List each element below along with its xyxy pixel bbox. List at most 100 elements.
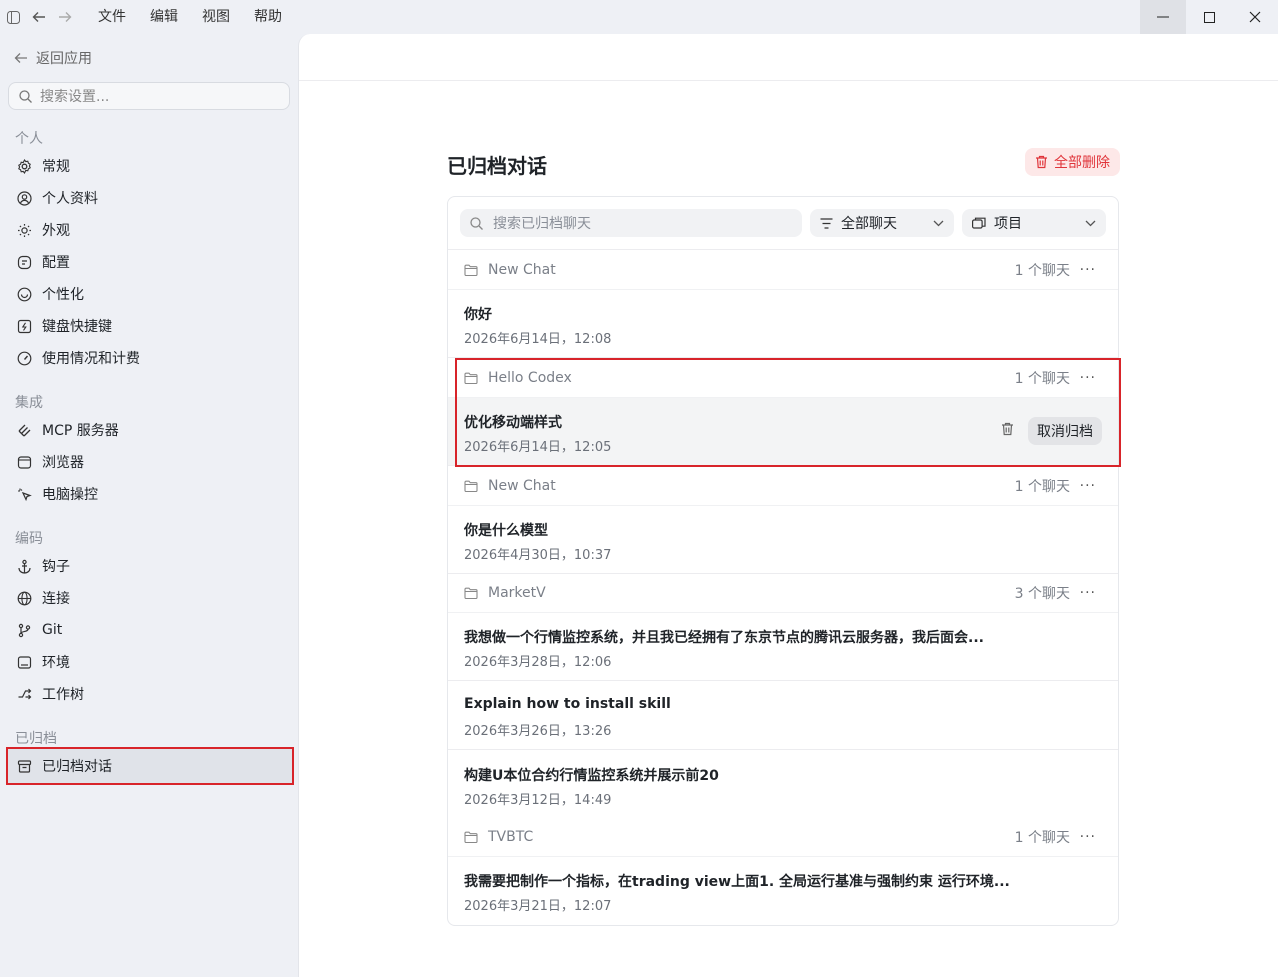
group-title-personal: 个人 bbox=[15, 131, 43, 147]
chat-date: 2026年3月12日，14:49 bbox=[464, 793, 612, 808]
group-title-coding: 编码 bbox=[15, 531, 43, 547]
chat-row[interactable]: 优化移动端样式 2026年6月14日，12:05 取消归档 bbox=[448, 398, 1118, 466]
sidebar-item-label: 钩子 bbox=[42, 559, 70, 575]
chat-row[interactable]: Explain how to install skill 2026年3月26日，… bbox=[448, 682, 1118, 750]
chat-filter-label: 全部聊天 bbox=[841, 216, 897, 232]
search-placeholder: 搜索设置... bbox=[40, 89, 110, 105]
menu-file[interactable]: 文件 bbox=[86, 0, 138, 34]
forward-arrow-icon[interactable] bbox=[52, 0, 78, 34]
folder-icon bbox=[464, 264, 478, 276]
project-filter-select[interactable]: 项目 bbox=[962, 209, 1106, 237]
sidebar-item-label: 常规 bbox=[42, 159, 70, 175]
chat-title: 我想做一个行情监控系统，并且我已经拥有了东京节点的腾讯云服务器，我后面会... bbox=[464, 630, 984, 646]
menu-edit[interactable]: 编辑 bbox=[138, 0, 190, 34]
more-options-icon[interactable]: ··· bbox=[1080, 585, 1096, 601]
sidebar-item-label: 已归档对话 bbox=[42, 759, 112, 775]
delete-chat-icon[interactable] bbox=[1001, 422, 1014, 440]
unarchive-button[interactable]: 取消归档 bbox=[1028, 417, 1102, 445]
search-icon bbox=[19, 89, 32, 103]
back-label: 返回应用 bbox=[36, 51, 92, 67]
sidebar-item-usage[interactable]: 使用情况和计费 bbox=[8, 343, 290, 373]
sidebar-item-appearance[interactable]: 外观 bbox=[8, 215, 290, 245]
settings-sidebar: 返回应用 搜索设置... 个人 常规 个人资料 外观 配置 个性化 键盘快捷键 … bbox=[0, 34, 298, 977]
chat-row[interactable]: 你是什么模型 2026年4月30日，10:37 bbox=[448, 506, 1118, 574]
minimize-button[interactable] bbox=[1140, 0, 1186, 34]
window-controls bbox=[1140, 0, 1278, 34]
folders-icon bbox=[972, 217, 986, 229]
config-icon bbox=[16, 254, 32, 270]
title-bar: 文件 编辑 视图 帮助 bbox=[0, 0, 1278, 34]
more-options-icon[interactable]: ··· bbox=[1080, 829, 1096, 845]
terminal-icon bbox=[16, 654, 32, 670]
chevron-down-icon bbox=[933, 220, 944, 226]
settings-search-input[interactable]: 搜索设置... bbox=[8, 82, 290, 110]
project-name: New Chat bbox=[488, 477, 556, 494]
worktree-icon bbox=[16, 686, 32, 702]
chat-date: 2026年3月26日，13:26 bbox=[464, 724, 612, 739]
sidebar-item-connections[interactable]: 连接 bbox=[8, 583, 290, 613]
mcp-icon bbox=[16, 422, 32, 438]
sidebar-item-label: 连接 bbox=[42, 591, 70, 607]
sidebar-item-label: 使用情况和计费 bbox=[42, 351, 140, 367]
back-to-app-button[interactable]: 返回应用 bbox=[14, 48, 92, 68]
sidebar-item-environment[interactable]: 环境 bbox=[8, 647, 290, 677]
menu-help[interactable]: 帮助 bbox=[242, 0, 294, 34]
chat-row[interactable]: 你好 2026年6月14日，12:08 bbox=[448, 290, 1118, 358]
menu-view[interactable]: 视图 bbox=[190, 0, 242, 34]
sidebar-item-general[interactable]: 常规 bbox=[8, 151, 290, 181]
archived-search-input[interactable]: 搜索已归档聊天 bbox=[460, 209, 802, 237]
delete-all-label: 全部删除 bbox=[1054, 155, 1110, 171]
sidebar-item-label: Git bbox=[42, 622, 63, 638]
sidebar-item-personalize[interactable]: 个性化 bbox=[8, 279, 290, 309]
project-row: TVBTC 1 个聊天 ··· bbox=[448, 817, 1118, 857]
chat-title: 构建U本位合约行情监控系统并展示前20 bbox=[464, 768, 719, 784]
maximize-button[interactable] bbox=[1186, 0, 1232, 34]
sidebar-item-keyboard[interactable]: 键盘快捷键 bbox=[8, 311, 290, 341]
archived-chats-card: 搜索已归档聊天 全部聊天 项目 New Chat 1 个聊天 ··· 你好 20… bbox=[447, 196, 1119, 926]
divider bbox=[299, 80, 1278, 81]
sidebar-item-label: 电脑操控 bbox=[42, 487, 98, 503]
chat-row[interactable]: 我需要把制作一个指标，在trading view上面1. 全局运行基准与强制约束… bbox=[448, 857, 1118, 925]
sidebar-item-label: 键盘快捷键 bbox=[42, 319, 112, 335]
cursor-icon bbox=[16, 486, 32, 502]
sidebar-toggle-icon[interactable] bbox=[0, 0, 26, 34]
more-options-icon[interactable]: ··· bbox=[1080, 370, 1096, 386]
sidebar-item-mcp[interactable]: MCP 服务器 bbox=[8, 415, 290, 445]
project-count: 1 个聊天 bbox=[1014, 262, 1070, 279]
arrow-left-icon bbox=[14, 53, 27, 63]
more-options-icon[interactable]: ··· bbox=[1080, 478, 1096, 494]
folder-icon bbox=[464, 831, 478, 843]
folder-icon bbox=[464, 372, 478, 384]
sidebar-item-computer-control[interactable]: 电脑操控 bbox=[8, 479, 290, 509]
sidebar-item-hooks[interactable]: 钩子 bbox=[8, 551, 290, 581]
chat-title: 我需要把制作一个指标，在trading view上面1. 全局运行基准与强制约束… bbox=[464, 874, 1010, 890]
folder-icon bbox=[464, 587, 478, 599]
sidebar-item-config[interactable]: 配置 bbox=[8, 247, 290, 277]
close-button[interactable] bbox=[1232, 0, 1278, 34]
chat-date: 2026年6月14日，12:05 bbox=[464, 440, 612, 455]
chat-row[interactable]: 构建U本位合约行情监控系统并展示前20 2026年3月12日，14:49 bbox=[448, 751, 1118, 819]
chat-row[interactable]: 我想做一个行情监控系统，并且我已经拥有了东京节点的腾讯云服务器，我后面会... … bbox=[448, 613, 1118, 681]
delete-all-button[interactable]: 全部删除 bbox=[1025, 148, 1120, 176]
globe-icon bbox=[16, 590, 32, 606]
group-title-archived: 已归档 bbox=[15, 731, 57, 747]
sidebar-item-browser[interactable]: 浏览器 bbox=[8, 447, 290, 477]
search-placeholder: 搜索已归档聊天 bbox=[493, 216, 591, 232]
project-name: New Chat bbox=[488, 261, 556, 278]
back-arrow-icon[interactable] bbox=[26, 0, 52, 34]
gear-icon bbox=[16, 158, 32, 174]
project-count: 3 个聊天 bbox=[1014, 585, 1070, 602]
more-options-icon[interactable]: ··· bbox=[1080, 262, 1096, 278]
project-filter-label: 项目 bbox=[994, 216, 1022, 232]
chat-filter-select[interactable]: 全部聊天 bbox=[810, 209, 954, 237]
project-name: MarketV bbox=[488, 584, 546, 601]
sun-icon bbox=[16, 222, 32, 238]
chat-title: Explain how to install skill bbox=[464, 696, 671, 712]
chat-date: 2026年6月14日，12:08 bbox=[464, 332, 612, 347]
project-count: 1 个聊天 bbox=[1014, 370, 1070, 387]
sidebar-item-git[interactable]: Git bbox=[8, 615, 290, 645]
sidebar-item-archived-chats[interactable]: 已归档对话 bbox=[6, 747, 294, 785]
sidebar-item-worktree[interactable]: 工作树 bbox=[8, 679, 290, 709]
sidebar-item-profile[interactable]: 个人资料 bbox=[8, 183, 290, 213]
gauge-icon bbox=[16, 350, 32, 366]
